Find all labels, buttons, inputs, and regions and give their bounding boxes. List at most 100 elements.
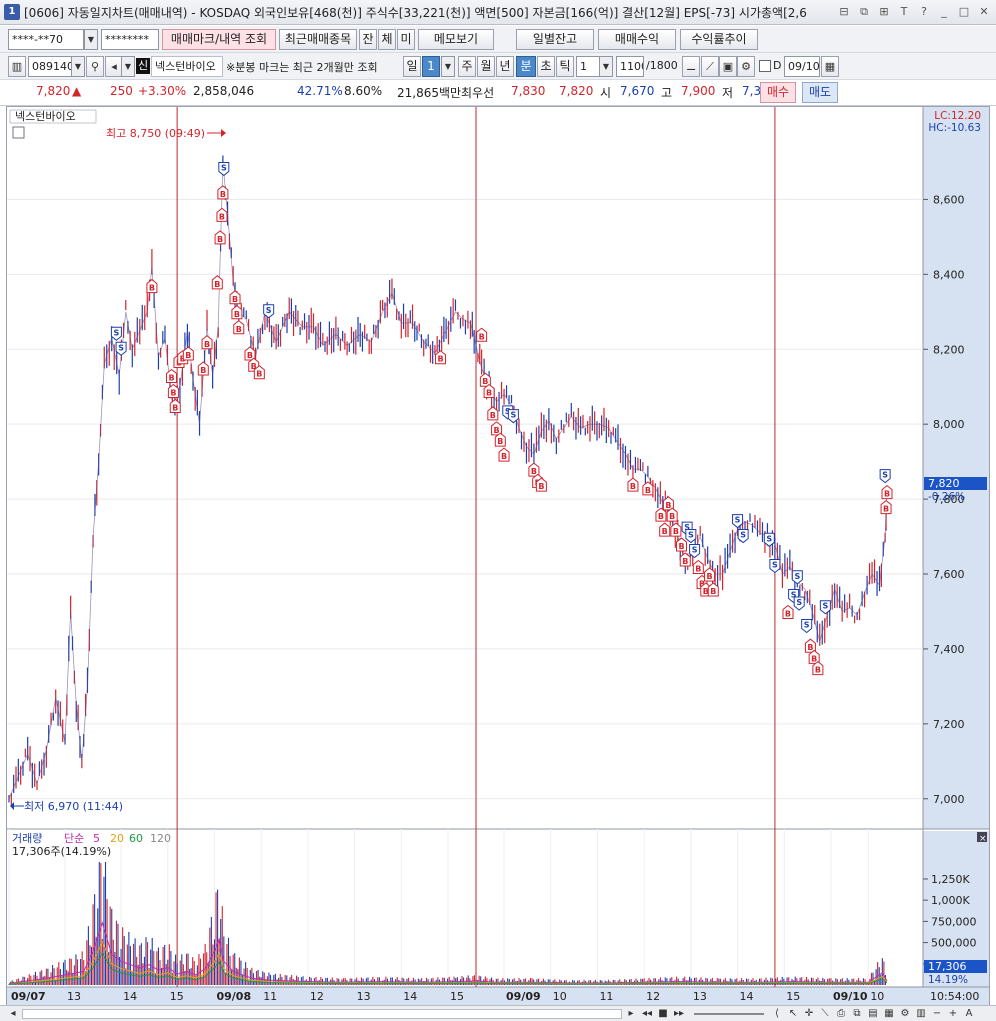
stock-code-field[interactable]: 089140 <box>28 56 72 77</box>
bar-count-field[interactable]: 1100 <box>616 56 644 77</box>
trade-mark-label: S <box>794 572 800 581</box>
calendar-icon[interactable]: ▦ <box>821 56 839 77</box>
chart-stock-label: 넥스턴바이오 <box>15 110 76 123</box>
trade-mark-label: B <box>220 190 226 199</box>
chart-icon[interactable]: ▤ <box>866 1007 880 1021</box>
zoom-out-icon[interactable]: − <box>930 1007 944 1021</box>
maximize-icon[interactable]: □ <box>956 3 972 20</box>
period-month-button[interactable]: 월 <box>477 56 495 77</box>
grid-layout-icon[interactable]: ⊞ <box>876 3 892 20</box>
zoom-in-icon[interactable]: + <box>946 1007 960 1021</box>
cursor-tool-icon[interactable]: ↖ <box>786 1007 800 1021</box>
date-checkbox[interactable] <box>759 60 771 72</box>
period-week-button[interactable]: 주 <box>458 56 476 77</box>
sell-mark: S <box>218 161 230 177</box>
trade-mark-label: B <box>678 542 684 551</box>
daily-balance-button[interactable]: 일별잔고 <box>516 29 594 50</box>
fast-forward-icon[interactable]: ▸▸ <box>672 1007 686 1021</box>
trade-profit-button[interactable]: 매매수익 <box>598 29 676 50</box>
candle-type-icon[interactable]: ⚊ <box>682 56 700 77</box>
table-icon[interactable]: ▥ <box>914 1007 928 1021</box>
volume-tick-label: 1,250K <box>931 873 970 886</box>
period-count-dropdown[interactable]: ▼ <box>441 56 455 77</box>
tab-balance[interactable]: 잔 <box>359 29 377 50</box>
current-price: 7,820 <box>36 84 71 98</box>
stock-name-field[interactable]: 넥스턴바이오 <box>151 56 223 77</box>
trade-mark-label: S <box>688 531 694 540</box>
zoom-tool-icon[interactable]: ⟨ <box>770 1007 784 1021</box>
scroll-track[interactable] <box>22 1009 622 1019</box>
trade-mark-label: S <box>772 561 778 570</box>
print-icon[interactable]: ⎙ <box>834 1007 848 1021</box>
copy-icon[interactable]: ⧉ <box>850 1007 864 1021</box>
memo-button[interactable]: 메모보기 <box>418 29 494 50</box>
time-tick-label: 15 <box>786 990 800 1003</box>
stock-code-dropdown[interactable]: ▼ <box>71 56 85 77</box>
period-year-button[interactable]: 년 <box>496 56 514 77</box>
sell-mark: S <box>110 326 122 341</box>
bottom-scrollbar[interactable]: ◂ ▸ ◂◂ ■ ▸▸ ⟨ ↖ ✛ ⟍ ⎙ ⧉ ▤ ▦ ⚙ ▥ − + A <box>0 1005 996 1021</box>
volume-tick-label: 1,000K <box>931 894 970 907</box>
scroll-right-icon[interactable]: ▸ <box>624 1007 638 1021</box>
period-tick-button[interactable]: 틱 <box>556 56 574 77</box>
time-tick-label: 12 <box>310 990 324 1003</box>
trade-mark-label: B <box>884 490 890 499</box>
layout-icon[interactable]: ▥ <box>8 56 26 77</box>
recent-trades-button[interactable]: 최근매매종목 <box>279 29 357 50</box>
account-field[interactable]: ****-**70 <box>8 29 84 50</box>
mark-query-button[interactable]: 매매마크/내역 조회 <box>162 29 276 50</box>
trade-mark-label: S <box>740 531 746 540</box>
interval-dropdown[interactable]: ▼ <box>599 56 613 77</box>
account-toolbar: ****-**70 ▼ ******** 매매마크/내역 조회 최근매매종목 잔… <box>0 26 996 53</box>
help-icon[interactable]: ? <box>916 3 932 20</box>
settings-gear-icon[interactable]: ⚙ <box>737 56 755 77</box>
settings-icon[interactable]: ⚙ <box>898 1007 912 1021</box>
chart-panel[interactable]: BBBBBBBBBBBBSBBBBBBSSSBBBBBBBBBSSBBBBBBB… <box>6 106 990 1006</box>
best-ask: 7,830 <box>511 84 546 98</box>
search-icon[interactable]: ⚲ <box>86 56 104 77</box>
scroll-left-icon[interactable]: ◂ <box>6 1007 20 1021</box>
stop-icon[interactable]: ■ <box>656 1007 670 1021</box>
trade-mark-label: B <box>815 666 821 675</box>
account-dropdown[interactable]: ▼ <box>84 29 98 50</box>
font-icon[interactable]: T <box>896 3 912 20</box>
sound-dropdown[interactable]: ▼ <box>121 56 135 77</box>
grid-toggle-icon[interactable] <box>12 126 25 139</box>
buy-button[interactable]: 매수 <box>760 82 796 103</box>
trade-mark-label: S <box>692 546 698 555</box>
return-trend-button[interactable]: 수익률추이 <box>680 29 758 50</box>
sell-button[interactable]: 매도 <box>802 82 838 103</box>
period-minute-button[interactable]: 분 <box>516 56 536 77</box>
volume-tick-label: 750,000 <box>931 915 977 928</box>
tab-fill[interactable]: 체 <box>378 29 396 50</box>
export-icon[interactable]: ▦ <box>882 1007 896 1021</box>
tab-unfilled[interactable]: 미 <box>397 29 415 50</box>
price-series <box>8 155 888 807</box>
trade-mark-label: B <box>673 527 679 536</box>
crosshair-tool-icon[interactable]: ✛ <box>802 1007 816 1021</box>
font-size-icon[interactable]: A <box>962 1007 976 1021</box>
zoom-slider[interactable] <box>694 1013 764 1015</box>
save-icon[interactable]: ▣ <box>719 56 737 77</box>
period-day-count[interactable]: 1 <box>422 56 440 77</box>
password-field[interactable]: ******** <box>101 29 159 50</box>
trade-mark-label: B <box>665 501 671 510</box>
line-tool-icon[interactable]: ⟍ <box>818 1007 832 1021</box>
split-window-icon[interactable]: ⊟ <box>836 3 852 20</box>
sell-mark: S <box>689 544 701 559</box>
minimize-icon[interactable]: _ <box>936 3 952 20</box>
buy-mark: B <box>231 305 243 320</box>
period-second-button[interactable]: 초 <box>537 56 555 77</box>
buy-mark: B <box>498 447 510 462</box>
trade-mark-label: B <box>538 482 544 491</box>
restore-layout-icon[interactable]: ⧉ <box>856 3 872 20</box>
period-day-button[interactable]: 일 <box>403 56 421 77</box>
trade-mark-label: B <box>662 527 668 536</box>
date-field[interactable]: 09/10 <box>784 56 820 77</box>
close-icon[interactable]: ✕ <box>976 3 992 20</box>
draw-tool-icon[interactable]: ⟋ <box>701 56 719 77</box>
interval-field[interactable]: 1 <box>576 56 600 77</box>
rewind-icon[interactable]: ◂◂ <box>640 1007 654 1021</box>
price-chart-svg[interactable]: BBBBBBBBBBBBSBBBBBBSSSBBBBBBBBBSSBBBBBBB… <box>7 107 989 1005</box>
trade-mark-label: B <box>811 654 817 663</box>
